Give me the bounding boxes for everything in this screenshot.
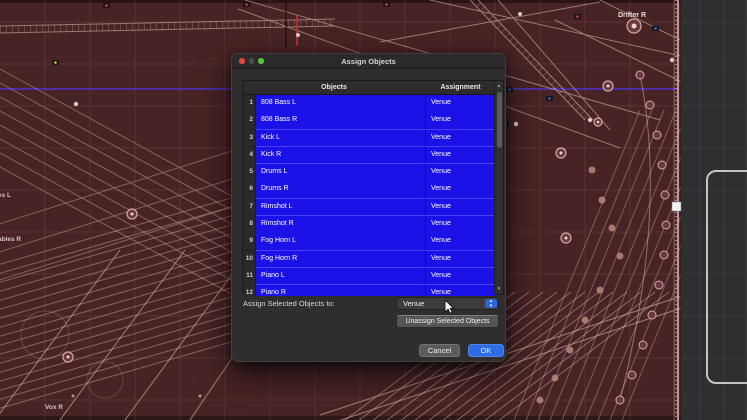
row-assignment: Venue — [425, 268, 496, 286]
row-number: 5 — [243, 164, 256, 182]
table-row[interactable]: 5 Drums L Venue — [243, 164, 503, 181]
scrollbar-thumb[interactable] — [497, 92, 502, 148]
table-row[interactable]: 6 Drums R Venue — [243, 181, 503, 198]
row-object: Piano L — [256, 268, 425, 286]
row-object: Fog Horn R — [256, 251, 425, 269]
row-assignment: Venue — [425, 251, 496, 269]
row-object: Rimshot R — [256, 216, 425, 234]
assignment-dropdown-value: Venue — [403, 298, 424, 310]
row-number: 11 — [243, 268, 256, 286]
dialog-titlebar[interactable]: Assign Objects — [232, 54, 505, 69]
row-object: Fog Horn L — [256, 233, 425, 251]
top-shade — [0, 0, 681, 3]
row-number: 4 — [243, 147, 256, 165]
row-object: Rimshot L — [256, 199, 425, 217]
unassign-button[interactable]: Unassign Selected Objects — [396, 315, 499, 328]
row-assignment: Venue — [425, 130, 496, 148]
table-row[interactable]: 2 808 Bass R Venue — [243, 112, 503, 129]
row-number: 2 — [243, 112, 256, 130]
table-row[interactable]: 12 Piano R Venue — [243, 285, 503, 296]
assign-to-label: Assign Selected Objects to: — [243, 297, 335, 310]
table-row[interactable]: 9 Fog Horn L Venue — [243, 233, 503, 250]
row-assignment: Venue — [425, 216, 496, 234]
dropdown-stepper-icon: ▲ ▼ — [485, 299, 497, 308]
row-assignment: Venue — [425, 112, 496, 130]
column-header-assignment[interactable]: Assignment — [425, 81, 496, 94]
row-assignment: Venue — [425, 199, 496, 217]
bg-label-es-l: es L — [0, 192, 11, 199]
table-scrollbar[interactable]: ▲ ▼ — [494, 81, 503, 294]
table-row[interactable]: 11 Piano L Venue — [243, 268, 503, 285]
mouse-cursor — [444, 300, 456, 316]
row-assignment: Venue — [425, 285, 496, 296]
row-number: 8 — [243, 216, 256, 234]
row-number: 12 — [243, 285, 256, 296]
table-row[interactable]: 1 808 Bass L Venue — [243, 95, 503, 112]
row-assignment: Venue — [425, 233, 496, 251]
row-assignment: Venue — [425, 164, 496, 182]
objects-table: Objects Assignment 1 808 Bass L Venue 2 … — [242, 80, 504, 295]
table-row[interactable]: 7 Rimshot L Venue — [243, 199, 503, 216]
row-object: 808 Bass R — [256, 112, 425, 130]
row-number: 3 — [243, 130, 256, 148]
table-row[interactable]: 3 Kick L Venue — [243, 130, 503, 147]
row-number: 10 — [243, 251, 256, 269]
dialog-title: Assign Objects — [232, 54, 505, 68]
row-number: 9 — [243, 233, 256, 251]
row-object: Drums R — [256, 181, 425, 199]
row-object: 808 Bass L — [256, 95, 425, 113]
table-row[interactable]: 4 Kick R Venue — [243, 147, 503, 164]
column-header-objects[interactable]: Objects — [243, 81, 425, 94]
table-row[interactable]: 10 Fog Horn R Venue — [243, 251, 503, 268]
row-number: 7 — [243, 199, 256, 217]
row-number: 6 — [243, 181, 256, 199]
stepper-down-icon: ▼ — [489, 304, 493, 308]
row-object: Piano R — [256, 285, 425, 296]
scroll-down-icon[interactable]: ▼ — [495, 286, 503, 292]
row-object: Kick L — [256, 130, 425, 148]
cancel-button[interactable]: Cancel — [419, 344, 460, 357]
table-header: Objects Assignment — [243, 81, 503, 95]
assign-objects-dialog: Assign Objects Objects Assignment 1 808 … — [231, 53, 506, 362]
ok-button[interactable]: OK — [468, 344, 504, 357]
row-assignment: Venue — [425, 147, 496, 165]
row-assignment: Venue — [425, 181, 496, 199]
scroll-up-icon[interactable]: ▲ — [495, 83, 503, 89]
row-number: 1 — [243, 95, 256, 113]
table-body: 1 808 Bass L Venue 2 808 Bass R Venue 3 … — [243, 95, 503, 296]
table-row[interactable]: 8 Rimshot R Venue — [243, 216, 503, 233]
row-assignment: Venue — [425, 95, 496, 113]
edge-handle[interactable] — [672, 202, 681, 211]
side-panel — [681, 0, 747, 420]
row-object: Kick R — [256, 147, 425, 165]
app-screen: Drifter R Vox R ables R es L Assign Obje… — [0, 0, 747, 420]
bg-label-ables-r: ables R — [0, 236, 21, 243]
bg-label-vox-r: Vox R — [45, 404, 63, 411]
bottom-shade — [0, 416, 681, 420]
row-object: Drums L — [256, 164, 425, 182]
bg-label-drifter-r: Drifter R — [618, 12, 646, 19]
